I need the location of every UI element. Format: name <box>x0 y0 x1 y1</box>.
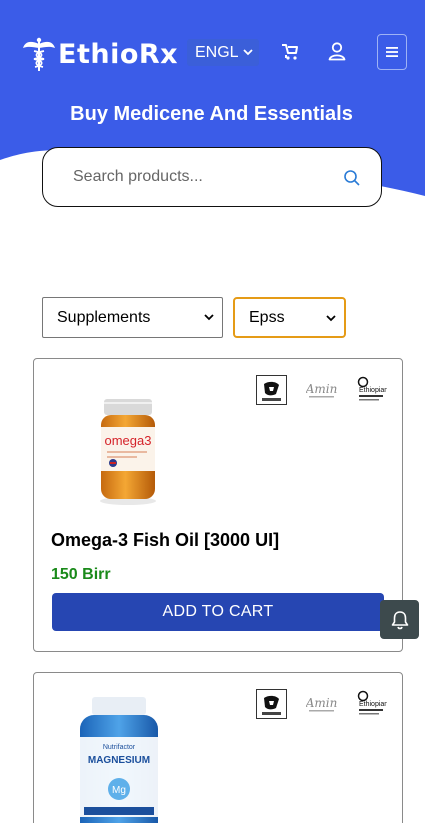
svg-text:Ethiopian: Ethiopian <box>359 701 387 708</box>
pharmacy-logo-amin[interactable]: Amin <box>306 375 337 405</box>
hamburger-menu-icon <box>386 47 398 57</box>
pharmacy-logo-ethiopian[interactable]: Ethiopian <box>356 375 387 405</box>
svg-text:Nutrifactor: Nutrifactor <box>103 744 136 751</box>
store-value: Epss <box>249 308 285 326</box>
search-bar <box>42 147 382 207</box>
pharmacy-logo-eri[interactable] <box>256 375 287 405</box>
pharmacy-logo-amin[interactable]: Amin <box>306 689 337 719</box>
search-icon[interactable] <box>343 169 361 187</box>
store-select[interactable]: Epss <box>233 297 346 338</box>
pharmacy-logo-ethiopian[interactable]: Ethiopian <box>356 689 387 719</box>
chevron-down-icon <box>243 45 253 60</box>
brand-logo[interactable]: EthioRx <box>22 36 178 72</box>
bell-icon <box>391 610 408 629</box>
category-value: Supplements <box>57 308 151 326</box>
svg-text:Mg: Mg <box>112 785 126 796</box>
category-select[interactable]: Supplements <box>42 297 223 338</box>
product-name[interactable]: Omega-3 Fish Oil [3000 UI] <box>51 530 279 551</box>
cart-icon[interactable] <box>280 41 300 61</box>
product-label: MAGNESIUM <box>88 755 150 766</box>
product-card: Amin Ethiopian Nutrifactor MAGNESIUM Mg <box>33 672 403 823</box>
user-icon[interactable] <box>327 41 347 61</box>
product-card: Amin Ethiopian omega3 Omega-3 Fish Oil [… <box>33 358 403 652</box>
caduceus-logo-icon <box>23 37 55 71</box>
chevron-down-icon <box>326 311 336 326</box>
product-image[interactable]: Nutrifactor MAGNESIUM Mg <box>72 695 166 823</box>
search-input[interactable] <box>73 168 333 186</box>
menu-button[interactable] <box>377 34 407 70</box>
add-to-cart-button[interactable]: ADD TO CART <box>52 593 384 631</box>
brand-name: EthioRx <box>58 38 179 70</box>
pharmacy-logo-eri[interactable] <box>256 689 287 719</box>
product-label: omega3 <box>105 433 152 448</box>
svg-text:Amin: Amin <box>306 382 337 396</box>
product-price: 150 Birr <box>51 566 111 583</box>
product-image[interactable]: omega3 <box>97 397 159 507</box>
notification-button[interactable] <box>380 600 419 639</box>
svg-text:Ethiopian: Ethiopian <box>359 387 387 394</box>
chevron-down-icon <box>204 310 214 325</box>
hero-title: Buy Medicene And Essentials <box>70 103 353 125</box>
svg-text:Amin: Amin <box>306 696 337 710</box>
language-value: ENGL <box>195 43 239 61</box>
language-select[interactable]: ENGL <box>187 39 259 66</box>
